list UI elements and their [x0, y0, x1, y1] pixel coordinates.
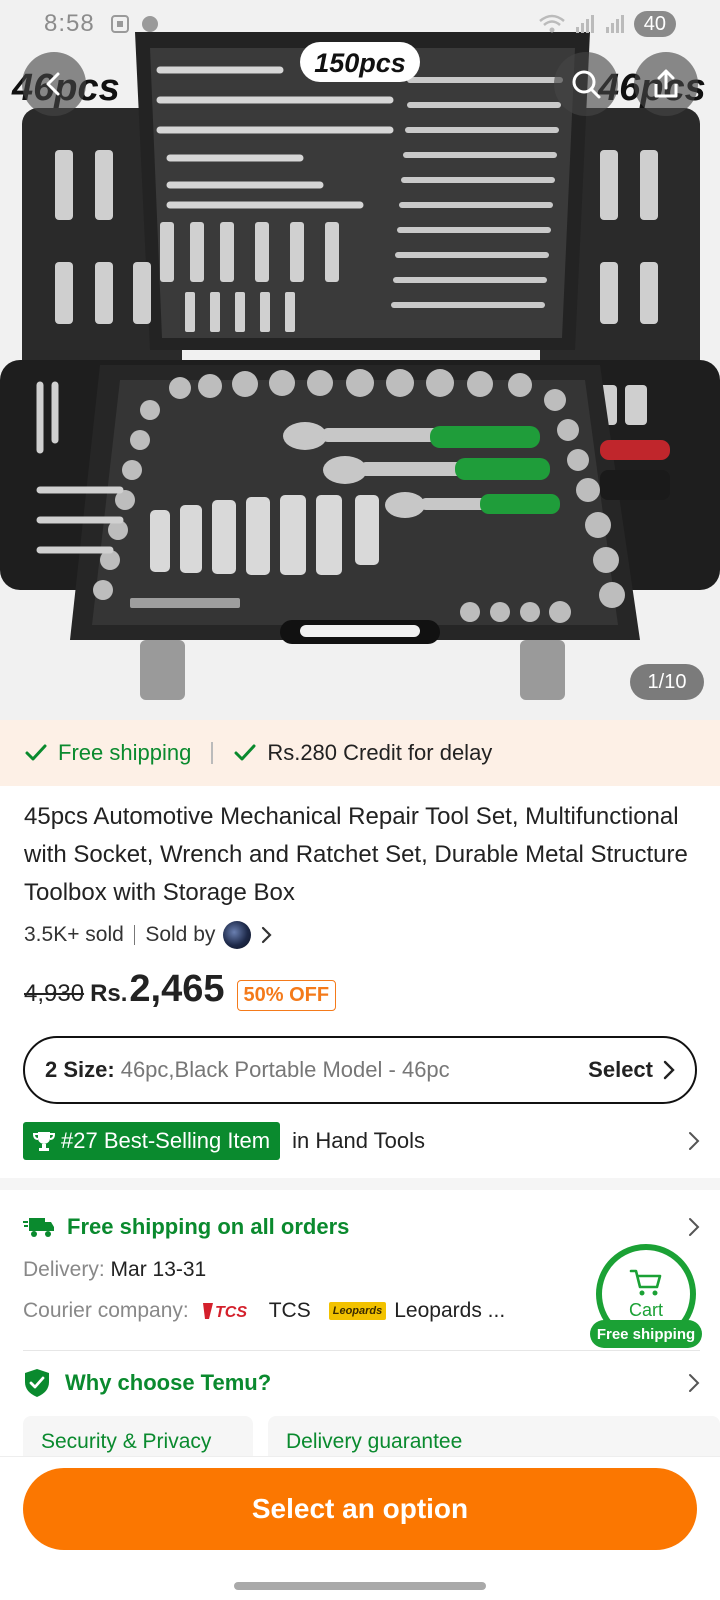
banner-divider — [211, 742, 214, 764]
select-option-button[interactable]: Select an option — [23, 1468, 697, 1550]
why-choose-heading[interactable]: Why choose Temu? — [23, 1366, 700, 1400]
signal-icon — [575, 15, 594, 33]
delivery-label: Delivery: — [23, 1258, 105, 1281]
case-label: 150pcs — [314, 48, 406, 78]
sold-by-label: Sold by — [145, 923, 216, 946]
courier-leopards: Leopards ... — [394, 1299, 506, 1322]
size-selector[interactable]: 2 Size: 46pc,Black Portable Model - 46pc… — [23, 1036, 697, 1104]
original-price: 4,930 — [24, 980, 85, 1007]
tcs-logo: TCS — [202, 1303, 247, 1321]
courier-row: Courier company: TCS TCS Leopards Leopar… — [23, 1296, 505, 1326]
chevron-right-icon — [262, 926, 272, 944]
current-price: 2,465 — [129, 968, 225, 1010]
discount-badge: 50% OFF — [236, 979, 337, 1011]
delivery-dates: Mar 13-31 — [110, 1258, 207, 1281]
chevron-right-icon — [689, 1132, 700, 1150]
section-divider — [23, 1350, 700, 1351]
section-divider — [0, 1178, 720, 1190]
signal-icon — [605, 15, 624, 33]
sold-count: 3.5K+ sold — [24, 923, 124, 946]
back-arrow-icon — [46, 72, 60, 96]
sold-divider — [133, 925, 136, 945]
delay-credit-label: Rs.280 Credit for delay — [267, 740, 493, 765]
seller-avatar[interactable] — [223, 921, 252, 949]
currency-symbol: Rs. — [90, 980, 128, 1007]
check-icon — [25, 744, 47, 761]
size-value: 46pc,Black Portable Model - 46pc — [120, 1057, 450, 1082]
share-icon — [654, 69, 678, 98]
battery-indicator: 40 — [633, 11, 676, 37]
toolset-product-image: 150pcs 46pcs 46pcs — [0, 0, 720, 720]
seller-row[interactable]: 3.5K+ sold Sold by — [24, 918, 273, 952]
price-row: 4,930 Rs. 2,465 50% OFF — [24, 968, 337, 1018]
why-choose-label: Why choose Temu? — [65, 1370, 272, 1395]
size-label: 2 Size: — [45, 1057, 115, 1082]
shipping-banner[interactable]: Free shipping Rs.280 Credit for delay — [0, 720, 720, 786]
status-time: 8:58 — [44, 10, 95, 37]
trophy-icon — [33, 1132, 55, 1151]
search-icon — [572, 70, 601, 99]
home-indicator[interactable] — [234, 1582, 486, 1590]
best-seller-category: in Hand Tools — [292, 1128, 426, 1153]
status-bar: 8:58 40 — [0, 0, 720, 48]
delivery-row: Delivery: Mar 13-31 — [23, 1258, 206, 1288]
product-image-carousel[interactable]: 150pcs 46pcs 46pcs — [0, 0, 720, 720]
search-button[interactable] — [554, 52, 618, 116]
cart-label: Cart — [628, 1299, 663, 1320]
best-seller-badge: #27 Best-Selling Item — [23, 1122, 281, 1160]
chevron-right-icon — [689, 1218, 700, 1236]
best-seller-row[interactable]: #27 Best-Selling Item in Hand Tools — [23, 1122, 700, 1160]
notification-icon — [141, 16, 158, 32]
cart-icon — [629, 1269, 662, 1295]
leopards-logo: Leopards — [328, 1302, 387, 1320]
free-shipping-heading-label: Free shipping on all orders — [67, 1214, 350, 1239]
cart-free-shipping-badge: Free shipping — [590, 1320, 702, 1348]
size-select-button[interactable]: Select — [588, 1057, 675, 1083]
back-button[interactable] — [22, 52, 86, 116]
courier-label: Courier company: — [23, 1299, 189, 1322]
check-icon — [234, 744, 256, 761]
product-title: 45pcs Automotive Mechanical Repair Tool … — [24, 803, 688, 906]
share-button[interactable] — [634, 52, 698, 116]
courier-tcs: TCS — [268, 1299, 311, 1322]
free-shipping-heading[interactable]: Free shipping on all orders — [23, 1210, 700, 1244]
tcs-logo-text: TCS — [215, 1304, 247, 1321]
image-page-counter: 1/10 — [630, 664, 704, 700]
best-seller-text: #27 Best-Selling Item — [61, 1128, 271, 1153]
wifi-icon — [538, 14, 565, 33]
screenshot-icon — [110, 15, 129, 33]
truck-icon — [23, 1218, 54, 1237]
free-shipping-label: Free shipping — [58, 740, 192, 765]
chevron-right-icon — [663, 1060, 675, 1080]
size-select-label: Select — [588, 1057, 653, 1082]
chevron-right-icon — [689, 1374, 700, 1392]
shield-check-icon — [25, 1369, 49, 1397]
